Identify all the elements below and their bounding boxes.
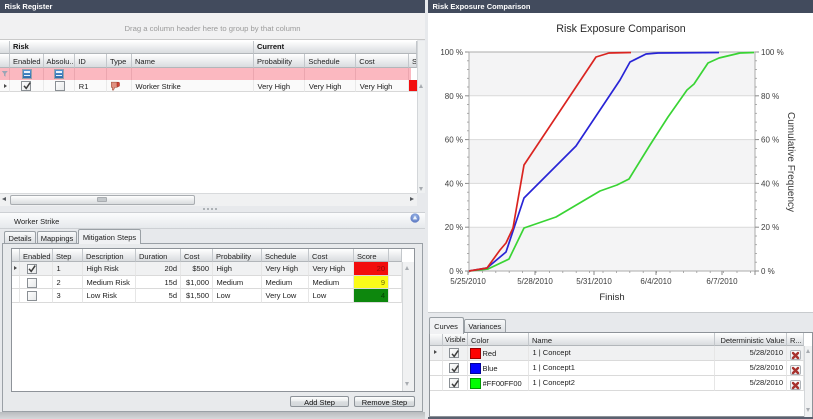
svg-text:60 %: 60 % xyxy=(761,136,779,145)
svg-text:6/4/2010: 6/4/2010 xyxy=(640,277,672,286)
svg-text:20 %: 20 % xyxy=(761,223,779,232)
svg-text:5/28/2010: 5/28/2010 xyxy=(517,277,553,286)
svg-text:Cumulative Frequency: Cumulative Frequency xyxy=(785,112,796,212)
svg-text:5/25/2010: 5/25/2010 xyxy=(450,277,486,286)
svg-text:100 %: 100 % xyxy=(761,48,784,57)
svg-text:40 %: 40 % xyxy=(445,179,463,188)
svg-text:80 %: 80 % xyxy=(761,92,779,101)
svg-text:5/31/2010: 5/31/2010 xyxy=(576,277,612,286)
svg-text:80 %: 80 % xyxy=(445,92,463,101)
svg-text:40 %: 40 % xyxy=(761,179,779,188)
svg-text:0 %: 0 % xyxy=(761,267,775,276)
svg-text:100 %: 100 % xyxy=(440,48,463,57)
svg-text:Risk Exposure Comparison: Risk Exposure Comparison xyxy=(556,23,686,35)
svg-text:60 %: 60 % xyxy=(445,136,463,145)
svg-text:Finish: Finish xyxy=(599,292,624,303)
svg-text:0 %: 0 % xyxy=(449,267,463,276)
svg-text:6/7/2010: 6/7/2010 xyxy=(706,277,738,286)
svg-text:20 %: 20 % xyxy=(445,223,463,232)
